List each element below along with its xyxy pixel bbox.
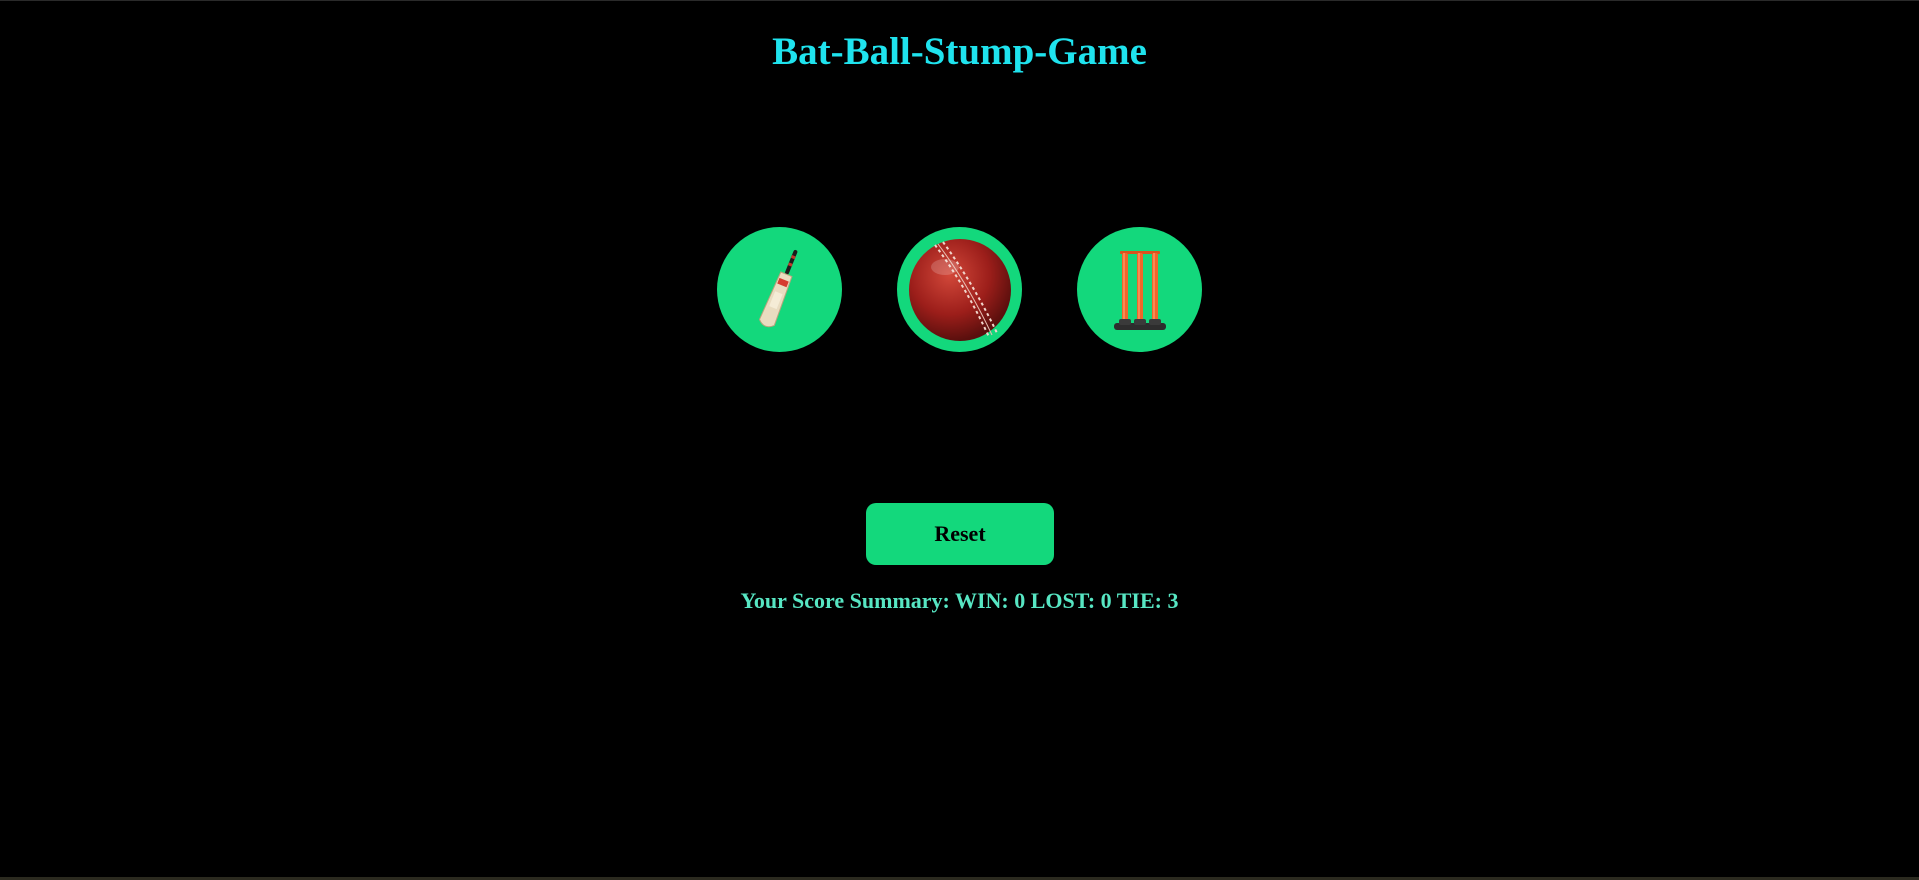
cricket-bat-icon — [758, 249, 797, 327]
reset-button[interactable]: Reset — [866, 503, 1054, 565]
ball-button[interactable] — [897, 227, 1022, 352]
bat-button[interactable] — [717, 227, 842, 352]
stump-button[interactable] — [1077, 227, 1202, 352]
cricket-ball-icon — [908, 238, 1011, 341]
choice-buttons-row — [0, 227, 1919, 352]
page-title: Bat-Ball-Stump-Game — [772, 30, 1147, 73]
score-summary: Your Score Summary: WIN: 0 LOST: 0 TIE: … — [740, 588, 1179, 613]
cricket-stumps-icon — [1113, 250, 1166, 330]
